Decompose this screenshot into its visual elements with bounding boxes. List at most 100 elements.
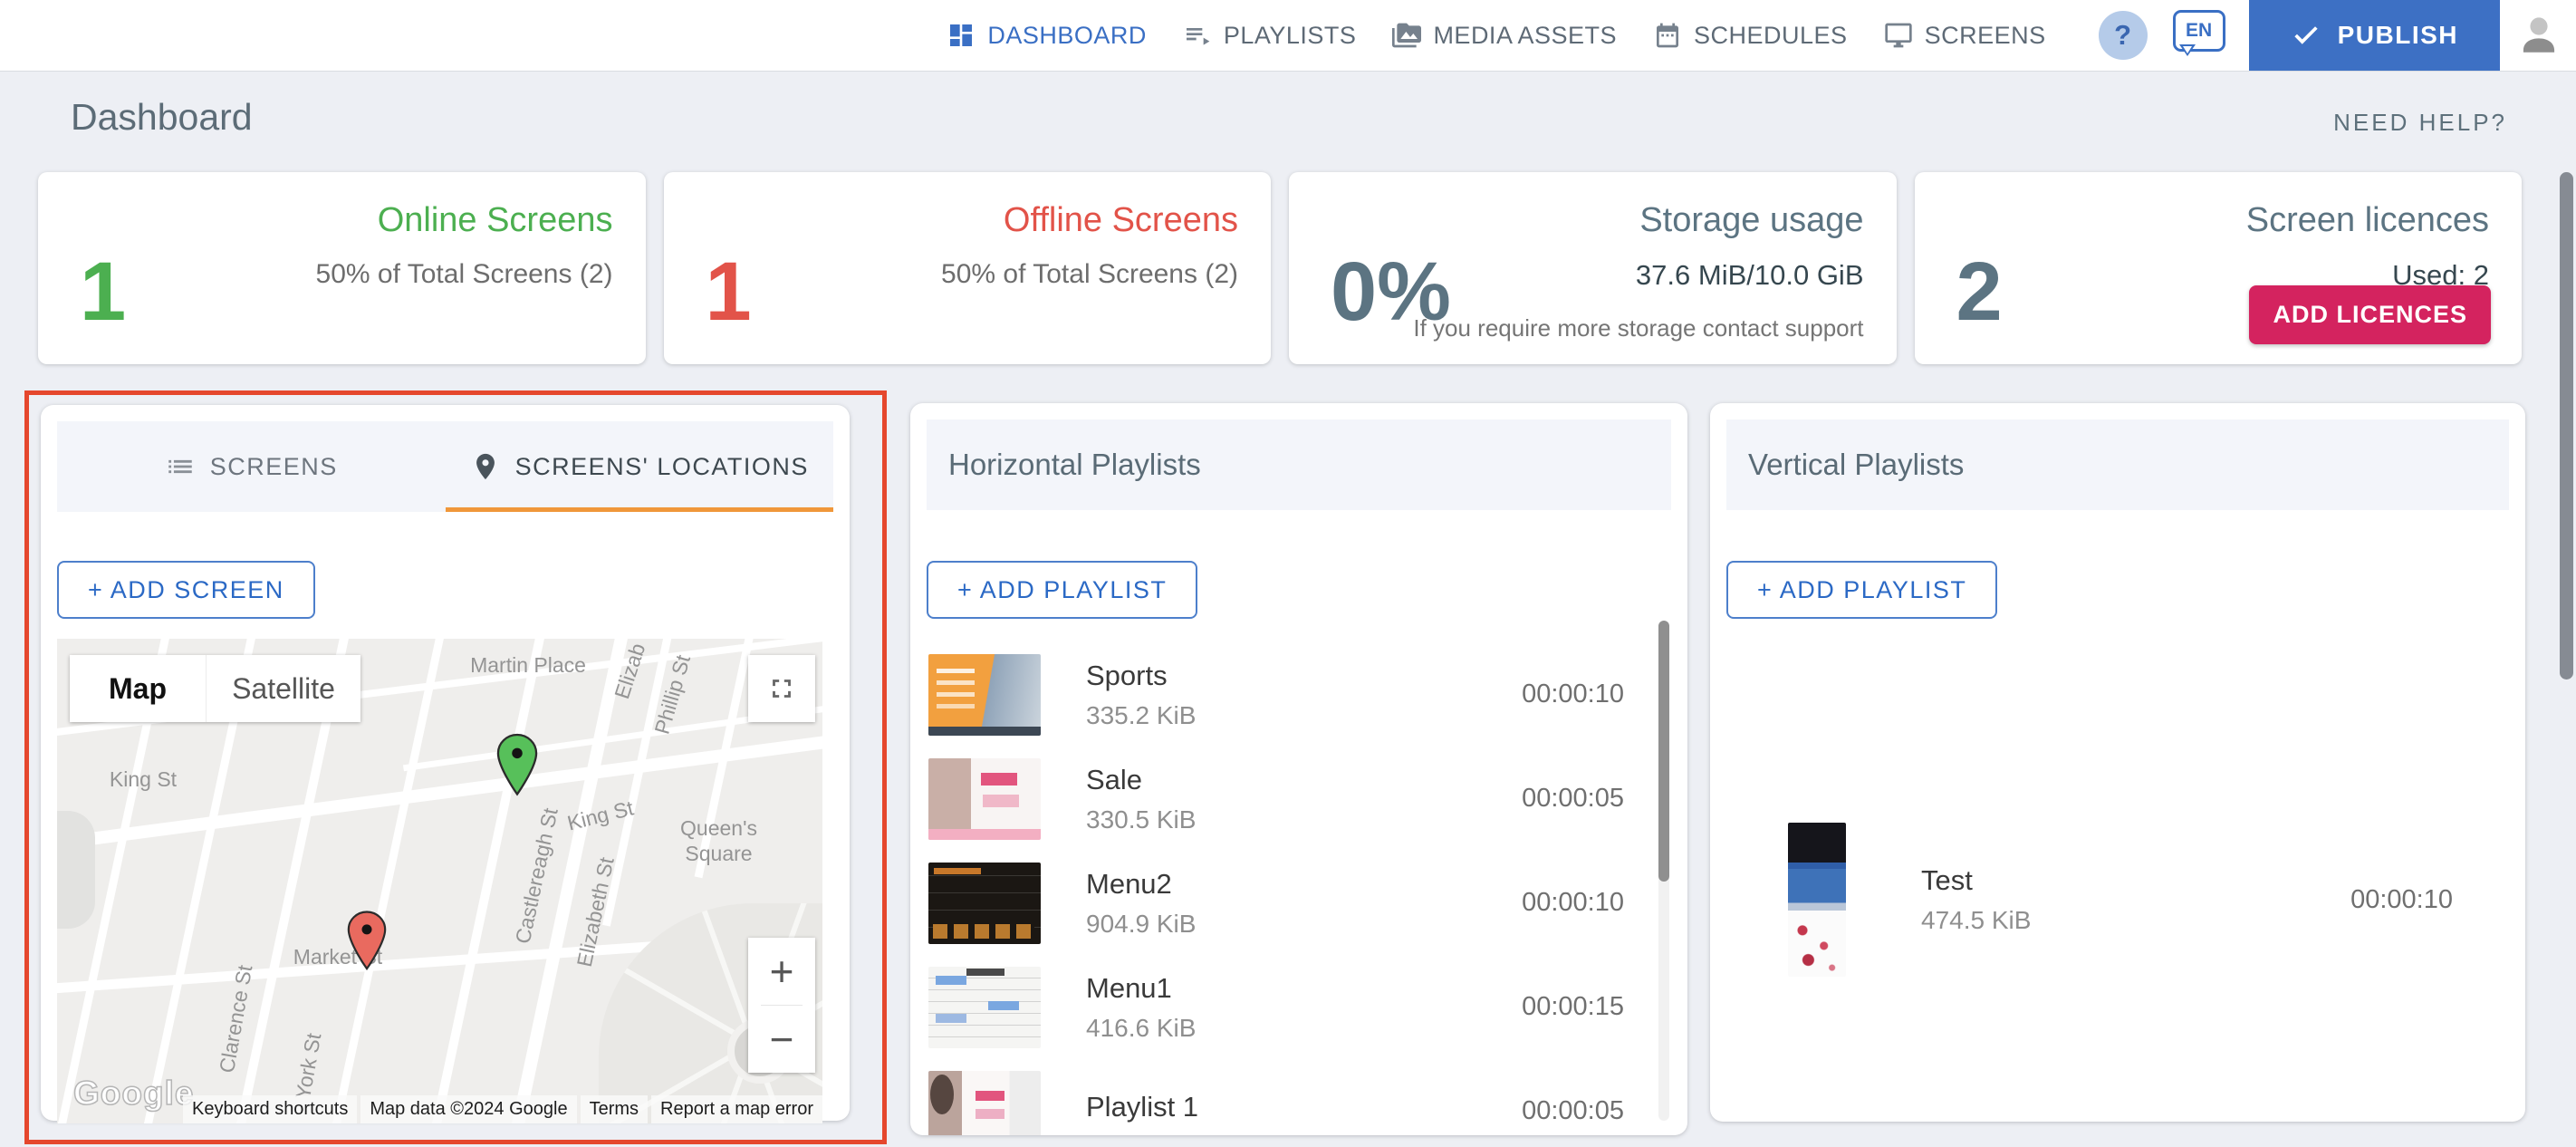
playlist-scrollbar-thumb[interactable] [1658, 621, 1669, 882]
playlist-thumbnail-playlist-1 [928, 1070, 1041, 1135]
nav-item-schedules[interactable]: SCHEDULES [1653, 21, 1848, 50]
nav-item-screens[interactable]: SCREENS [1884, 21, 2046, 50]
map-attribution-bar: Keyboard shortcuts Map data ©2024 Google… [183, 1095, 822, 1123]
user-avatar[interactable] [2509, 13, 2569, 58]
screen-licences-card: 2 Screen licences Used: 2 ADD LICENCES [1914, 172, 2522, 364]
playlist-name: Menu2 [1086, 867, 1172, 900]
map-type-control: Map Satellite [70, 655, 360, 722]
playlist-name: Sale [1086, 763, 1143, 795]
playlist-size: 474.5 KiB [1921, 906, 2032, 934]
nav-item-media-assets[interactable]: MEDIA ASSETS [1392, 21, 1617, 50]
page-scrollbar[interactable] [2560, 172, 2573, 680]
screens-tabbar: SCREENS SCREENS' LOCATIONS [57, 421, 833, 512]
publish-label: PUBLISH [2337, 21, 2458, 49]
keyboard-shortcuts-link[interactable]: Keyboard shortcuts [183, 1095, 358, 1123]
add-licences-button[interactable]: ADD LICENCES [2249, 285, 2491, 344]
playlist-row-sale[interactable]: Sale 330.5 KiB 00:00:05 [910, 747, 1687, 851]
nav-schedules-label: SCHEDULES [1694, 21, 1848, 49]
terms-link[interactable]: Terms [580, 1095, 649, 1123]
playlist-scrollbar-track[interactable] [1658, 621, 1669, 1121]
monitor-icon [1884, 21, 1913, 50]
online-screens-subtitle: 50% of Total Screens (2) [315, 259, 613, 289]
nav-item-dashboard[interactable]: DASHBOARD [947, 21, 1147, 50]
vertical-playlists-header: Vertical Playlists [1726, 419, 2509, 510]
tab-screens-locations[interactable]: SCREENS' LOCATIONS [445, 421, 834, 512]
offline-screens-title: Offline Screens [1003, 201, 1238, 239]
dashboard-grid-icon [947, 21, 976, 50]
map-data-copyright: Map data ©2024 Google [360, 1095, 577, 1123]
online-screens-value: 1 [80, 246, 127, 338]
playlist-thumbnail-sports [928, 653, 1041, 736]
tab-screens[interactable]: SCREENS [57, 421, 446, 512]
map-type-satellite-button[interactable]: Satellite [206, 655, 360, 722]
horizontal-playlists-panel: Horizontal Playlists + ADD PLAYLIST Spor… [910, 403, 1687, 1135]
media-photo-icon [1392, 21, 1422, 50]
storage-usage-amount: 37.6 MiB/10.0 GiB [1635, 259, 1864, 291]
language-selector[interactable]: EN [2172, 10, 2225, 61]
playlist-duration: 00:00:05 [1522, 784, 1624, 813]
add-vertical-playlist-button[interactable]: + ADD PLAYLIST [1726, 561, 1998, 619]
report-map-error-link[interactable]: Report a map error [651, 1095, 822, 1123]
add-horizontal-playlist-button[interactable]: + ADD PLAYLIST [927, 561, 1198, 619]
playlist-size: 330.5 KiB [1086, 805, 1197, 834]
playlist-duration: 00:00:05 [1522, 1096, 1624, 1125]
add-screen-button[interactable]: + ADD SCREEN [57, 561, 315, 619]
nav-media-assets-label: MEDIA ASSETS [1433, 21, 1618, 49]
street-label-queens-square: Queen's Square [680, 816, 757, 865]
playlist-thumbnail-menu2 [928, 862, 1041, 944]
playlist-name: Menu1 [1086, 971, 1172, 1004]
playlist-name: Sports [1086, 659, 1168, 691]
vertical-playlists-panel: Vertical Playlists + ADD PLAYLIST Test 4… [1710, 403, 2525, 1122]
street-label-king-st-west: King St [109, 767, 178, 791]
offline-screens-value: 1 [705, 246, 752, 338]
playlist-row-menu2[interactable]: Menu2 904.9 KiB 00:00:10 [910, 851, 1687, 955]
map-type-map-button[interactable]: Map [70, 655, 206, 722]
tab-screens-locations-label: SCREENS' LOCATIONS [514, 452, 809, 480]
nav-screens-label: SCREENS [1924, 21, 2046, 49]
online-screens-title: Online Screens [377, 201, 613, 239]
offline-screens-card: 1 Offline Screens 50% of Total Screens (… [663, 172, 1271, 364]
map-zoom-in-button[interactable]: + [748, 938, 815, 1005]
vertical-playlist-list: Test 474.5 KiB 00:00:10 [1710, 814, 2525, 986]
map-pin-icon [470, 451, 501, 482]
playlist-thumbnail-sale [928, 757, 1041, 840]
playlist-thumbnail-menu1 [928, 966, 1041, 1048]
language-code: EN [2186, 20, 2213, 41]
horizontal-playlists-header: Horizontal Playlists [927, 419, 1671, 510]
street-label-martin-place: Martin Place [470, 653, 586, 677]
playlist-row-sports[interactable]: Sports 335.2 KiB 00:00:10 [910, 642, 1687, 747]
google-logo[interactable]: Google [72, 1074, 194, 1113]
playlist-name: Playlist 1 [1086, 1090, 1199, 1123]
vertical-playlists-title: Vertical Playlists [1748, 448, 1965, 481]
playlist-size: 904.9 KiB [1086, 909, 1197, 938]
need-help-link[interactable]: NEED HELP? [2333, 109, 2507, 137]
help-icon[interactable]: ? [2098, 11, 2148, 60]
publish-button[interactable]: PUBLISH [2248, 0, 2500, 71]
page-title: Dashboard [71, 96, 253, 138]
horizontal-playlist-list: Sports 335.2 KiB 00:00:10 Sale 330.5 KiB… [910, 642, 1687, 1135]
check-icon [2291, 20, 2321, 51]
playlist-row-menu1[interactable]: Menu1 416.6 KiB 00:00:15 [910, 955, 1687, 1059]
street-label-king-st-east: King St [564, 795, 636, 835]
nav-item-playlists[interactable]: PLAYLISTS [1183, 21, 1357, 50]
playlist-size: 335.2 KiB [1086, 700, 1197, 729]
online-screens-card: 1 Online Screens 50% of Total Screens (2… [38, 172, 646, 364]
playlist-lines-icon [1183, 21, 1212, 50]
playlist-size: 416.6 KiB [1086, 1013, 1197, 1042]
online-screen-map-marker[interactable] [496, 733, 538, 801]
map-zoom-out-button[interactable]: − [748, 1006, 815, 1073]
google-map[interactable]: Martin Place Elizab Phillip St King St K… [57, 639, 822, 1123]
list-icon [165, 451, 196, 482]
nav-dashboard-label: DASHBOARD [987, 21, 1147, 49]
screen-licences-title: Screen licences [2245, 201, 2489, 239]
playlist-thumbnail-test [1788, 823, 1846, 977]
playlist-row-test[interactable]: Test 474.5 KiB 00:00:10 [1710, 814, 2525, 986]
map-zoom-control: + − [748, 938, 815, 1073]
playlist-duration: 00:00:15 [1522, 992, 1624, 1021]
playlist-duration: 00:00:10 [1522, 680, 1624, 708]
offline-screen-map-marker[interactable] [347, 911, 387, 975]
storage-usage-title: Storage usage [1639, 201, 1864, 239]
map-fullscreen-button[interactable] [748, 655, 815, 722]
map-water-area [57, 811, 95, 929]
playlist-row-playlist-1[interactable]: Playlist 1 00:00:05 [910, 1059, 1687, 1135]
